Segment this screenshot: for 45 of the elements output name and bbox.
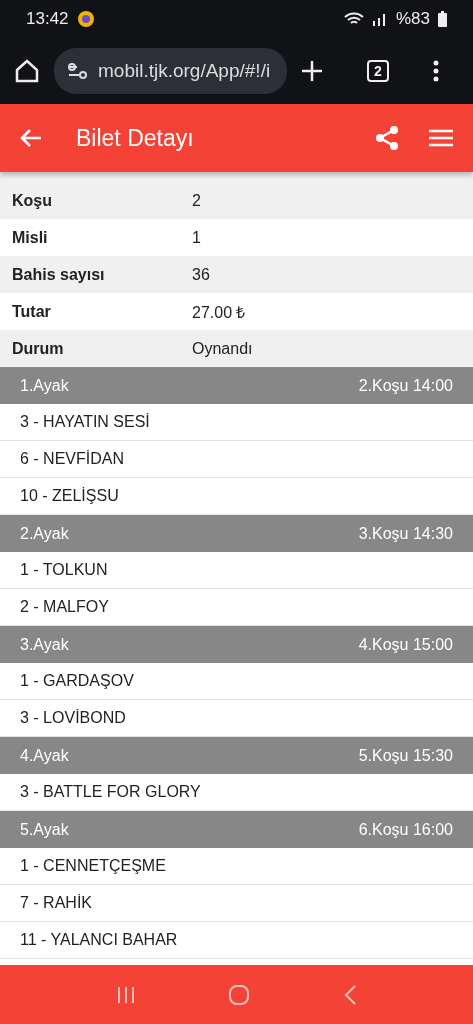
share-icon[interactable]	[375, 125, 399, 151]
detail-value: 27.00 ₺	[192, 302, 246, 323]
horse-entry: 11 - YALANCI BAHAR	[0, 922, 473, 959]
back-icon[interactable]	[342, 983, 357, 1006]
address-bar[interactable]: mobil.tjk.org/App/#!/i	[54, 48, 287, 94]
leg-name: 3.Ayak	[20, 635, 69, 654]
back-arrow-icon[interactable]	[20, 128, 42, 148]
home-icon[interactable]	[14, 58, 40, 84]
race-time: 2.Koşu 14:00	[358, 376, 453, 395]
horse-entry: 6 - NEVFİDAN	[0, 441, 473, 478]
leg-name: 5.Ayak	[20, 820, 69, 839]
plus-icon[interactable]	[301, 60, 323, 82]
menu-icon[interactable]	[429, 129, 453, 147]
horse-entry: 3 - HAYATIN SESİ	[0, 404, 473, 441]
detail-label: Misli	[12, 228, 49, 247]
detail-value: Oynandı	[192, 339, 253, 358]
detail-label: Koşu	[12, 191, 53, 210]
detail-label: Tutar	[12, 302, 52, 321]
clock: 13:42	[26, 9, 69, 29]
battery-percent: %83	[395, 9, 430, 29]
detail-label: Bahis sayısı	[12, 265, 106, 284]
race-time: 4.Koşu 15:00	[358, 635, 453, 654]
app-icon	[76, 10, 95, 28]
site-settings-icon[interactable]	[68, 63, 88, 79]
detail-value: 2	[192, 191, 201, 210]
battery-icon	[438, 11, 447, 27]
detail-label: Durum	[12, 339, 65, 358]
tab-count-button[interactable]: 2	[367, 60, 389, 82]
race-time: 3.Koşu 14:30	[358, 524, 453, 543]
more-icon[interactable]	[433, 60, 439, 82]
horse-entry: 1 - CENNETÇEŞME	[0, 848, 473, 885]
leg-name: 4.Ayak	[20, 746, 69, 765]
detail-value: 1	[192, 228, 201, 247]
detail-value: 36	[192, 265, 210, 284]
horse-entry: 1 - GARDAŞOV	[0, 663, 473, 700]
leg-name: 1.Ayak	[20, 376, 69, 395]
race-time: 6.Koşu 16:00	[358, 820, 453, 839]
race-time: 5.Koşu 15:30	[358, 746, 453, 765]
horse-entry: 7 - RAHİK	[0, 885, 473, 922]
recent-apps-icon[interactable]	[116, 985, 137, 1004]
home-button-icon[interactable]	[228, 983, 251, 1006]
horse-entry: 1 - TOLKUN	[0, 552, 473, 589]
signal-icon	[371, 12, 388, 26]
page-title: Bilet Detayı	[76, 124, 195, 152]
leg-name: 2.Ayak	[20, 524, 69, 543]
